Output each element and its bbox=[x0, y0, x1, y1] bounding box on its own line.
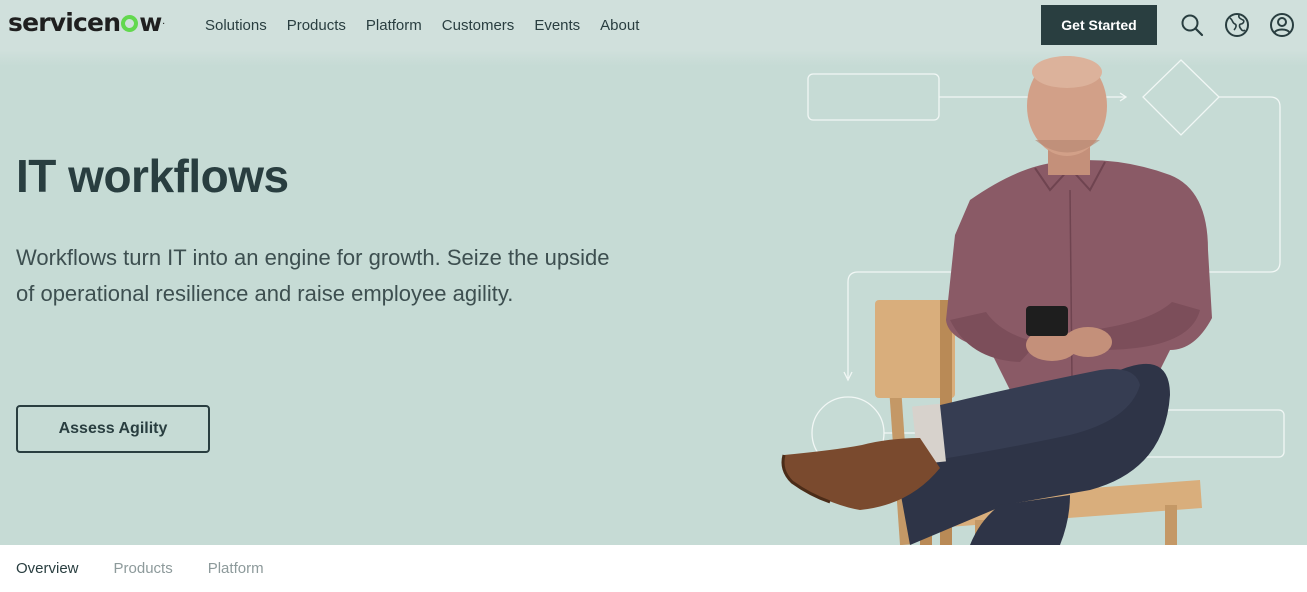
nav-links: Solutions Products Platform Customers Ev… bbox=[205, 0, 639, 50]
logo-trademark: . bbox=[162, 19, 166, 26]
nav-link-solutions[interactable]: Solutions bbox=[205, 17, 267, 34]
hero-illustration bbox=[781, 56, 1285, 545]
person-photo bbox=[781, 56, 1212, 545]
subnav-overview[interactable]: Overview bbox=[16, 560, 79, 577]
subnav-platform[interactable]: Platform bbox=[208, 560, 264, 577]
globe-icon[interactable] bbox=[1224, 12, 1250, 38]
subnav-products[interactable]: Products bbox=[114, 560, 173, 577]
hero-description: Workflows turn IT into an engine for gro… bbox=[16, 245, 610, 306]
top-nav: servicen w. Solutions Products Platform C… bbox=[0, 0, 1307, 50]
hero-title: IT workflows bbox=[16, 150, 289, 202]
nav-link-products[interactable]: Products bbox=[287, 17, 346, 34]
search-icon[interactable] bbox=[1179, 12, 1205, 38]
servicenow-logo[interactable]: servicen w. bbox=[8, 8, 166, 38]
nav-link-about[interactable]: About bbox=[600, 17, 639, 34]
user-icon[interactable] bbox=[1269, 12, 1295, 38]
nav-link-events[interactable]: Events bbox=[534, 17, 580, 34]
nav-link-customers[interactable]: Customers bbox=[442, 17, 515, 34]
get-started-button[interactable]: Get Started bbox=[1041, 5, 1157, 45]
logo-text-start: servicen bbox=[8, 8, 121, 37]
hero-section: IT workflows Workflows turn IT into an e… bbox=[0, 50, 1307, 545]
nav-link-platform[interactable]: Platform bbox=[366, 17, 422, 34]
logo-o-mark bbox=[121, 15, 139, 32]
assess-agility-button[interactable]: Assess Agility bbox=[16, 405, 210, 453]
section-subnav: Overview Products Platform bbox=[0, 545, 1307, 592]
logo-text-end: w bbox=[139, 8, 162, 37]
